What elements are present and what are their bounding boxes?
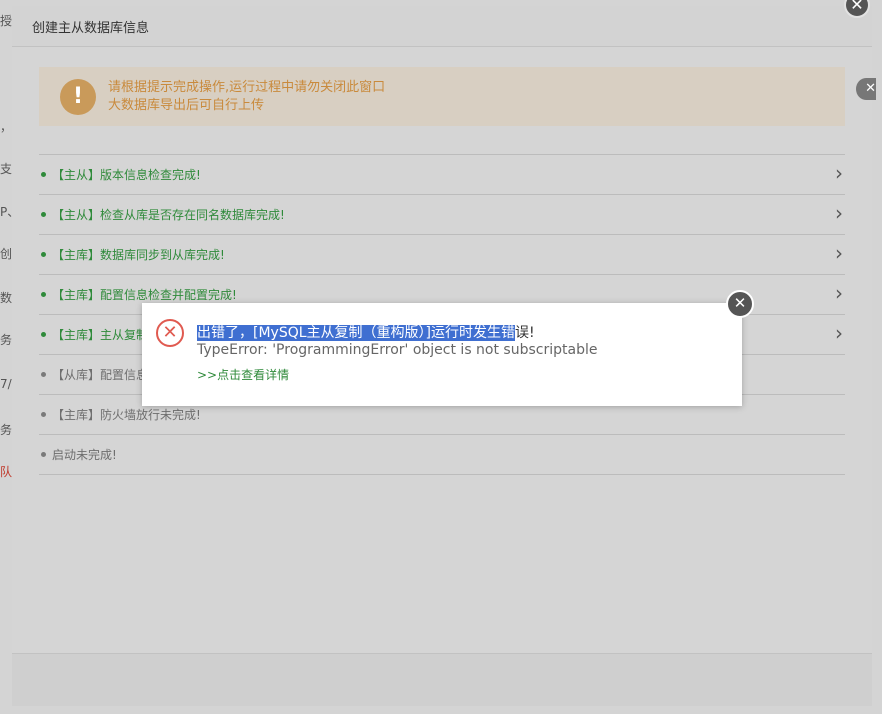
chevron-right-icon[interactable]: › [835, 281, 843, 305]
status-dot-icon [41, 172, 46, 177]
chevron-right-icon[interactable]: › [835, 241, 843, 265]
error-title: 出错了，[MySQL主从复制（重构版）]运行时发生错误! [197, 322, 535, 342]
status-dot-icon [41, 252, 46, 257]
step-item[interactable]: 【主从】检查从库是否存在同名数据库完成! › [39, 195, 845, 235]
status-dot-icon [41, 212, 46, 217]
chevron-right-icon[interactable]: › [835, 321, 843, 345]
close-icon[interactable]: ✕ [726, 290, 754, 318]
step-item[interactable]: 【主库】数据库同步到从库完成! › [39, 235, 845, 275]
notice-banner: ! 请根据提示完成操作,运行过程中请勿关闭此窗口 大数据库导出后可自行上传 [39, 67, 845, 126]
dialog-footer [12, 653, 872, 706]
notice-text: 请根据提示完成操作,运行过程中请勿关闭此窗口 大数据库导出后可自行上传 [108, 79, 385, 115]
dialog-title: 创建主从数据库信息 [32, 20, 150, 36]
error-title-rest: 误! [515, 325, 535, 341]
status-dot-icon [41, 332, 46, 337]
step-label: 【主库】防火墙放行未完成! [52, 408, 201, 422]
step-item[interactable]: 【主从】版本信息检查完成! › [39, 155, 845, 195]
chevron-right-icon[interactable]: › [835, 201, 843, 225]
error-popup: ✕ 出错了，[MySQL主从复制（重构版）]运行时发生错误! TypeError… [142, 290, 754, 406]
step-label: 启动未完成! [52, 448, 117, 462]
status-dot-icon [41, 292, 46, 297]
step-label: 【主库】数据库同步到从库完成! [52, 248, 225, 262]
step-label: 【主从】检查从库是否存在同名数据库完成! [52, 208, 285, 222]
warning-icon: ! [60, 78, 96, 115]
view-details-link[interactable]: >>点击查看详情 [197, 366, 289, 383]
step-label: 【主库】配置信息检查并配置完成! [52, 288, 237, 302]
error-title-selected: 出错了，[MySQL主从复制（重构版）]运行时发生错 [197, 325, 515, 341]
status-dot-icon [41, 452, 46, 457]
status-dot-icon [41, 372, 46, 377]
error-icon: ✕ [156, 319, 184, 347]
background-close-icon[interactable]: ✕ [856, 78, 876, 100]
step-item: 启动未完成! [39, 435, 845, 475]
step-label: 【从库】配置信息 [52, 368, 149, 382]
dialog-header: 创建主从数据库信息 [12, 6, 872, 47]
status-dot-icon [41, 412, 46, 417]
step-label: 【主从】版本信息检查完成! [52, 168, 201, 182]
error-message: TypeError: 'ProgrammingError' object is … [197, 342, 598, 358]
chevron-right-icon[interactable]: › [835, 161, 843, 185]
notice-line-2: 大数据库导出后可自行上传 [108, 97, 265, 113]
step-label: 【主库】主从复制 [52, 328, 149, 342]
notice-line-1: 请根据提示完成操作,运行过程中请勿关闭此窗口 [108, 79, 386, 95]
